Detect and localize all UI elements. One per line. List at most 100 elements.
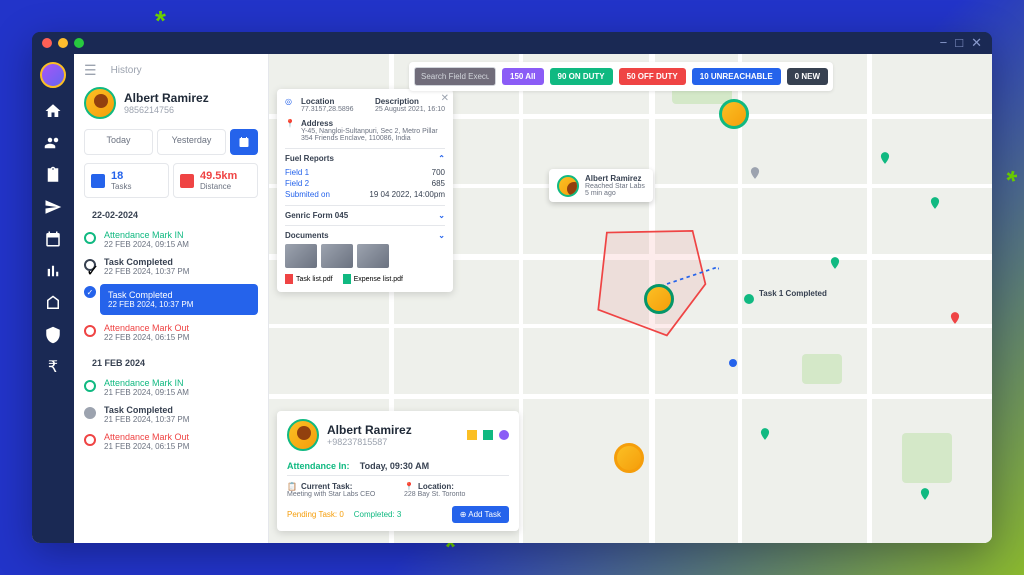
stat-distance-value: 49.5km (200, 170, 237, 182)
map-pin-icon[interactable] (748, 164, 762, 182)
completed-tasks: Completed: 3 (354, 510, 402, 519)
timeline-date-2: 21 FEB 2024 (92, 358, 258, 368)
timeline-dot-icon (84, 407, 96, 419)
stat-tasks-label: Tasks (111, 182, 131, 191)
chevron-up-icon[interactable]: ⌃ (438, 154, 445, 163)
close-icon[interactable]: ✕ (971, 35, 982, 51)
doc-thumbnail[interactable] (285, 244, 317, 268)
pdf-icon (343, 274, 351, 284)
task-icon: 📋 (287, 482, 297, 491)
pill-all[interactable]: 150 All (502, 68, 544, 85)
add-task-button[interactable]: ⊕ Add Task (452, 506, 509, 523)
map-pin-icon[interactable] (878, 149, 892, 167)
map-popup[interactable]: Albert Ramirez Reached Star Labs 5 min a… (549, 169, 653, 202)
executive-phone: +98237815587 (327, 437, 412, 447)
location-icon: 📍 (404, 482, 414, 491)
user-phone: 9856214756 (124, 105, 209, 115)
map-avatar[interactable] (614, 443, 644, 473)
pill-unreachable[interactable]: 10 UNREACHABLE (692, 68, 781, 85)
app-window: − □ ✕ ₹ ☰ History (32, 32, 992, 543)
doc-thumbnail[interactable] (357, 244, 389, 268)
pill-off-duty[interactable]: 50 OFF DUTY (619, 68, 686, 85)
stat-distance: 49.5km Distance (173, 163, 258, 198)
nav-chart-icon[interactable] (44, 262, 62, 280)
nav-location-icon[interactable] (44, 198, 62, 216)
stat-tasks: 18 Tasks (84, 163, 169, 198)
executive-avatar[interactable] (287, 419, 319, 451)
titlebar: − □ ✕ (32, 32, 992, 54)
restore-icon[interactable]: □ (955, 35, 963, 51)
location-info-card: ✕ ◎ Location77.3157,28.5896 Description2… (277, 89, 453, 292)
timeline-item[interactable]: ✓ Task Completed22 FEB 2024, 10:37 PM (84, 253, 258, 280)
attendance-label: Attendance In: (287, 461, 350, 471)
stat-distance-label: Distance (200, 182, 237, 191)
pdf-link[interactable]: Task list.pdf (285, 274, 333, 284)
user-name: Albert Ramirez (124, 91, 209, 105)
nav-calendar-icon[interactable] (44, 230, 62, 248)
side-nav: ₹ (32, 54, 74, 543)
user-avatar[interactable] (84, 87, 116, 119)
pin-icon: 📍 (285, 119, 295, 129)
map-pin-icon[interactable] (828, 254, 842, 272)
pending-tasks: Pending Task: 0 (287, 510, 344, 519)
timeline-item[interactable]: Attendance Mark Out21 FEB 2024, 06:15 PM (84, 428, 258, 455)
nav-people-icon[interactable] (44, 134, 62, 152)
window-controls-right: − □ ✕ (940, 35, 982, 51)
timeline-date-1: 22-02-2024 (92, 210, 258, 220)
tab-today[interactable]: Today (84, 129, 153, 155)
calendar-button[interactable] (230, 129, 258, 155)
timeline-check-filled-icon: ✓ (84, 286, 96, 298)
map-pin-hospital-icon[interactable] (948, 309, 962, 327)
stat-tasks-value: 18 (111, 170, 131, 182)
attendance-value: Today, 09:30 AM (360, 461, 429, 471)
app-logo-icon[interactable] (40, 62, 66, 88)
signal-icon (483, 430, 493, 440)
timeline-item[interactable]: Attendance Mark Out22 FEB 2024, 06:15 PM (84, 319, 258, 346)
executive-card: Albert Ramirez +98237815587 Attendance I… (277, 411, 519, 531)
timeline-dot-icon (84, 380, 96, 392)
map-pin-icon[interactable] (918, 485, 932, 503)
chevron-down-icon[interactable]: ⌄ (438, 231, 445, 240)
timeline-dot-icon (84, 232, 96, 244)
popup-avatar (557, 175, 579, 197)
map-avatar[interactable] (719, 99, 749, 129)
nav-clipboard-icon[interactable] (44, 166, 62, 184)
filter-bar: 150 All 90 ON DUTY 50 OFF DUTY 10 UNREAC… (409, 62, 833, 91)
pill-new[interactable]: 0 NEW (787, 68, 828, 85)
timeline-item[interactable]: Task Completed21 FEB 2024, 10:37 PM (84, 401, 258, 428)
map-pin-icon[interactable] (758, 425, 772, 443)
window-maximize-icon[interactable] (74, 38, 84, 48)
nav-home-icon[interactable] (44, 102, 62, 120)
gps-icon (499, 430, 509, 440)
history-panel: ☰ History Albert Ramirez 9856214756 Toda… (74, 54, 269, 543)
window-minimize-icon[interactable] (58, 38, 68, 48)
pill-on-duty[interactable]: 90 ON DUTY (550, 68, 613, 85)
card-close-icon[interactable]: ✕ (441, 93, 449, 104)
pdf-link[interactable]: Expense list.pdf (343, 274, 403, 284)
map-pin-icon[interactable] (928, 194, 942, 212)
timeline-dot-icon (84, 434, 96, 446)
pdf-icon (285, 274, 293, 284)
map-view[interactable]: 150 All 90 ON DUTY 50 OFF DUTY 10 UNREAC… (269, 54, 992, 543)
tab-yesterday[interactable]: Yesterday (157, 129, 226, 155)
timeline-item[interactable]: Attendance Mark IN22 FEB 2024, 09:15 AM (84, 226, 258, 253)
nav-rupee-icon[interactable]: ₹ (44, 358, 62, 376)
doc-thumbnail[interactable] (321, 244, 353, 268)
tasks-icon (91, 174, 105, 188)
hamburger-icon[interactable]: ☰ (84, 62, 97, 79)
timeline-item[interactable]: Attendance Mark IN21 FEB 2024, 09:15 AM (84, 374, 258, 401)
chevron-down-icon[interactable]: ⌄ (438, 211, 445, 220)
breadcrumb: History (111, 65, 142, 76)
map-avatar-current[interactable] (644, 284, 674, 314)
search-input[interactable] (414, 67, 496, 86)
executive-name: Albert Ramirez (327, 423, 412, 437)
route-point (729, 359, 737, 367)
nav-hierarchy-icon[interactable] (44, 294, 62, 312)
task-label: Task 1 Completed (759, 289, 827, 298)
window-close-icon[interactable] (42, 38, 52, 48)
task-marker[interactable] (744, 294, 754, 304)
battery-icon (467, 430, 477, 440)
timeline-item-active[interactable]: ✓ Task Completed22 FEB 2024, 10:37 PM (84, 280, 258, 319)
minimize-icon[interactable]: − (940, 35, 948, 51)
nav-shield-icon[interactable] (44, 326, 62, 344)
